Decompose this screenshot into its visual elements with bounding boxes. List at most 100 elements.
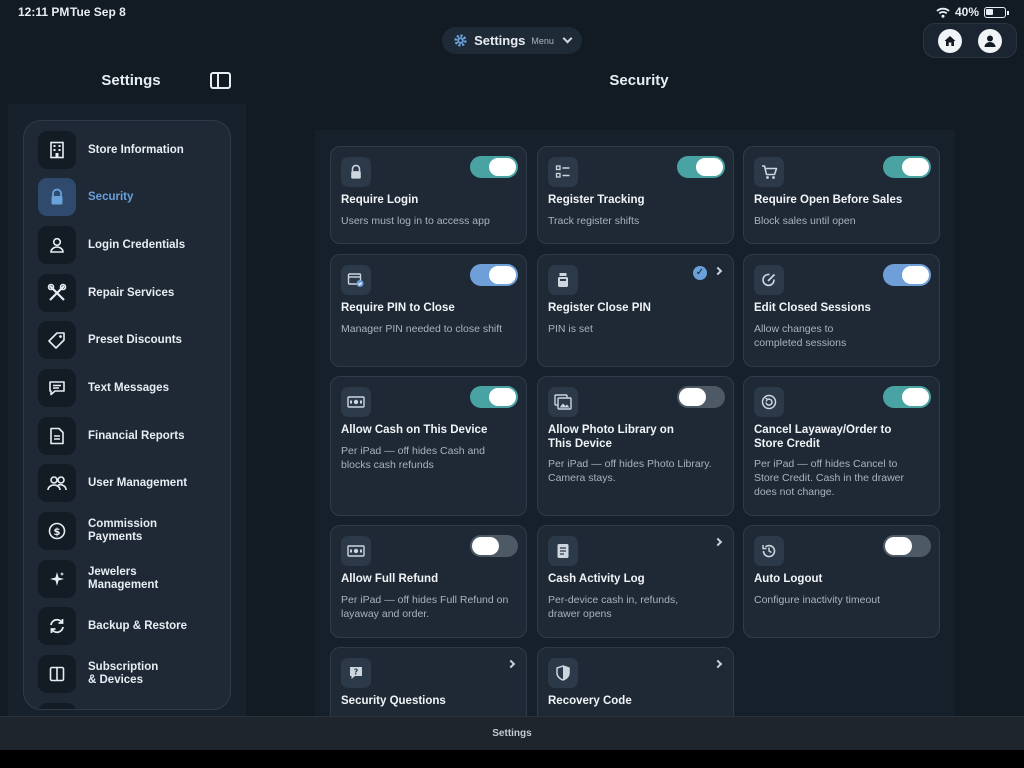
sidebar-item-label: Backup & Restore xyxy=(88,619,188,632)
dollar-icon: $ xyxy=(38,512,76,550)
card-description: Per iPad — off hides Cash and blocks cas… xyxy=(341,445,485,471)
sidebar-item-label: Store Information xyxy=(88,143,184,156)
register-icon xyxy=(548,265,578,295)
sidebar-item-partial[interactable] xyxy=(38,703,228,709)
toggle-knob xyxy=(489,266,516,284)
svg-text:$: $ xyxy=(54,527,61,538)
sidebar-item-label: Text Messages xyxy=(88,381,169,394)
card-title: Require PIN to Close xyxy=(341,302,455,314)
chevron-right-icon xyxy=(713,266,723,276)
allow-full-refund-toggle[interactable] xyxy=(470,535,518,557)
card-title: Recovery Code xyxy=(548,695,632,707)
sidebar-item-security[interactable]: Security xyxy=(38,178,228,216)
lock-icon xyxy=(341,157,371,187)
sidebar-item-label: Preset Discounts xyxy=(88,333,182,346)
sidebar-item-user-management[interactable]: User Management xyxy=(38,464,228,502)
sidebar-item-financial-reports[interactable]: Financial Reports xyxy=(38,417,228,455)
card-description: Per-device cash in, refunds, drawer open… xyxy=(548,594,679,620)
card-require-pin-to-close[interactable]: Require PIN to Close Manager PIN needed … xyxy=(330,254,527,367)
allow-photo-library-toggle[interactable] xyxy=(677,386,725,408)
status-right: 40% xyxy=(936,5,1009,19)
top-actions xyxy=(923,23,1017,58)
chevron-right-icon xyxy=(713,659,723,669)
users-icon xyxy=(38,464,76,502)
card-allow-cash[interactable]: Allow Cash on This Device Per iPad — off… xyxy=(330,376,527,516)
bottom-bar: Settings xyxy=(0,716,1024,750)
building-icon xyxy=(38,131,76,169)
sidebar-item-backup-restore[interactable]: Backup & Restore xyxy=(38,607,228,645)
settings-menu-button[interactable]: Settings Menu xyxy=(442,27,582,54)
toggle-knob xyxy=(902,388,929,406)
auto-logout-toggle[interactable] xyxy=(883,535,931,557)
sidebar-item-repair-services[interactable]: Repair Services xyxy=(38,274,228,312)
profile-button[interactable] xyxy=(978,28,1002,53)
card-require-login[interactable]: Require Login Users must log in to acces… xyxy=(330,146,527,244)
toggle-knob xyxy=(696,158,723,176)
card-description: PIN is set xyxy=(548,323,593,335)
sidebar-toggle-icon[interactable] xyxy=(210,72,231,89)
sidebar-item-jewelers-management[interactable]: Jewelers Management xyxy=(38,560,228,598)
chevron-down-icon xyxy=(562,33,573,44)
card-register-tracking[interactable]: Register Tracking Track register shifts xyxy=(537,146,734,244)
status-time: 12:11 PM xyxy=(18,5,70,19)
sidebar-item-login-credentials[interactable]: Login Credentials xyxy=(38,226,228,264)
bottom-bar-label: Settings xyxy=(492,728,532,739)
card-recovery-code[interactable]: Recovery Code xyxy=(537,647,734,727)
svg-text:?: ? xyxy=(354,668,359,677)
toggle-knob xyxy=(902,266,929,284)
require-login-toggle[interactable] xyxy=(470,156,518,178)
card-title: Allow Full Refund xyxy=(341,573,439,585)
require-pin-toggle[interactable] xyxy=(470,264,518,286)
card-auto-logout[interactable]: Auto Logout Configure inactivity timeout xyxy=(743,525,940,638)
card-cancel-layaway[interactable]: Cancel Layaway/Order to Store Credit Per… xyxy=(743,376,940,516)
sidebar-item-preset-discounts[interactable]: Preset Discounts xyxy=(38,321,228,359)
sparkle-icon xyxy=(38,560,76,598)
sidebar-item-label: Financial Reports xyxy=(88,429,185,442)
photo-icon xyxy=(548,387,578,417)
sidebar-menu: Store Information Security Login Credent… xyxy=(23,120,231,710)
check-icon: ✓ xyxy=(693,266,707,280)
register-tracking-toggle[interactable] xyxy=(677,156,725,178)
sidebar-item-commission-payments[interactable]: $ Commission Payments xyxy=(38,512,228,550)
card-title: Register Tracking xyxy=(548,194,645,206)
card-allow-full-refund[interactable]: Allow Full Refund Per iPad — off hides F… xyxy=(330,525,527,638)
cart-icon xyxy=(754,157,784,187)
sidebar-item-subscription-devices[interactable]: Subscription & Devices xyxy=(38,655,228,693)
pin-icon xyxy=(341,265,371,295)
card-register-close-pin[interactable]: ✓ Register Close PIN PIN is set xyxy=(537,254,734,367)
card-description: Per iPad — off hides Full Refund on laya… xyxy=(341,594,509,620)
person-icon xyxy=(984,35,996,47)
sidebar-item-text-messages[interactable]: Text Messages xyxy=(38,369,228,407)
log-icon xyxy=(548,536,578,566)
card-security-questions[interactable]: ? Security Questions xyxy=(330,647,527,727)
card-title: Edit Closed Sessions xyxy=(754,302,871,314)
gear-icon xyxy=(454,34,467,47)
allow-cash-toggle[interactable] xyxy=(470,386,518,408)
checklist-icon xyxy=(548,157,578,187)
toggle-knob xyxy=(902,158,929,176)
wifi-icon xyxy=(936,7,950,18)
battery-icon xyxy=(984,6,1009,18)
toggle-knob xyxy=(472,537,499,555)
require-open-toggle[interactable] xyxy=(883,156,931,178)
history-icon xyxy=(754,536,784,566)
sidebar-item-label: Security xyxy=(88,190,134,203)
cash-icon xyxy=(341,536,371,566)
card-description: Per iPad — off hides Photo Library. Came… xyxy=(548,458,712,484)
sidebar-item-label: Login Credentials xyxy=(88,238,186,251)
cancel-layaway-toggle[interactable] xyxy=(883,386,931,408)
card-title: Cancel Layaway/Order to Store Credit xyxy=(754,424,892,450)
card-description: Manager PIN needed to close shift xyxy=(341,323,503,335)
card-description: Per iPad — off hides Cancel to Store Cre… xyxy=(754,458,904,498)
card-edit-closed-sessions[interactable]: Edit Closed Sessions Allow changes to co… xyxy=(743,254,940,367)
card-require-open-before-sales[interactable]: Require Open Before Sales Block sales un… xyxy=(743,146,940,244)
chevron-right-icon xyxy=(713,537,723,547)
menu-item-icon xyxy=(38,703,76,709)
edit-closed-sessions-toggle[interactable] xyxy=(883,264,931,286)
home-button[interactable] xyxy=(938,28,962,53)
card-cash-activity-log[interactable]: Cash Activity Log Per-device cash in, re… xyxy=(537,525,734,638)
status-bar: 12:11 PM Tue Sep 8 40% xyxy=(0,0,1024,24)
card-allow-photo-library[interactable]: Allow Photo Library on This Device Per i… xyxy=(537,376,734,516)
document-icon xyxy=(38,417,76,455)
sidebar-item-store-information[interactable]: Store Information xyxy=(38,131,228,169)
